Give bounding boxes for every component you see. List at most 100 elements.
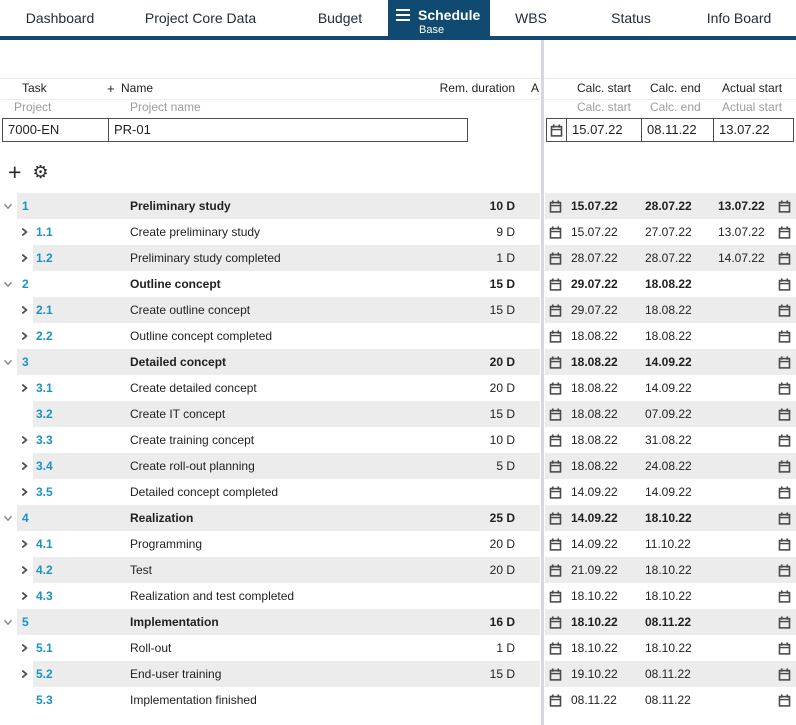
task-name[interactable]: Create detailed concept: [130, 381, 455, 395]
task-rem-duration[interactable]: 15 D: [455, 303, 515, 317]
calc-start-cell[interactable]: 18.10.22: [568, 589, 645, 603]
task-rem-duration[interactable]: 16 D: [455, 615, 515, 629]
calc-end-cell[interactable]: 18.10.22: [645, 563, 718, 577]
tab-info-board[interactable]: Info Board: [687, 0, 791, 36]
calendar-icon[interactable]: [545, 486, 568, 499]
calc-end-cell[interactable]: 14.09.22: [645, 485, 718, 499]
tab-wbs[interactable]: WBS: [494, 0, 568, 36]
task-name[interactable]: Create outline concept: [130, 303, 455, 317]
date-row[interactable]: 18.08.22 24.08.22: [545, 453, 796, 479]
calc-end-cell[interactable]: 31.08.22: [645, 433, 718, 447]
tab-dashboard[interactable]: Dashboard: [10, 0, 110, 36]
task-name[interactable]: Programming: [130, 537, 455, 551]
tab-schedule[interactable]: Schedule × Base: [388, 0, 499, 40]
task-rem-duration[interactable]: 9 D: [455, 225, 515, 239]
task-name[interactable]: Outline concept: [130, 277, 455, 291]
calendar-icon[interactable]: [545, 460, 568, 473]
task-rem-duration[interactable]: 20 D: [455, 355, 515, 369]
task-name[interactable]: Preliminary study: [130, 199, 455, 213]
task-rem-duration[interactable]: 15 D: [455, 277, 515, 291]
add-task-button[interactable]: +: [8, 161, 21, 184]
task-id[interactable]: 2: [17, 277, 130, 291]
task-row[interactable]: 3.4 Create roll-out planning 5 D: [0, 453, 540, 479]
calc-start-cell[interactable]: 08.11.22: [568, 693, 645, 707]
date-row[interactable]: 15.07.22 27.07.22 13.07.22: [545, 219, 796, 245]
tab-project-core-data[interactable]: Project Core Data: [128, 0, 273, 36]
calc-end-cell[interactable]: 08.11.22: [645, 615, 718, 629]
date-row[interactable]: 18.08.22 14.09.22: [545, 349, 796, 375]
project-id-field[interactable]: 7000-EN: [3, 119, 109, 141]
task-id[interactable]: 5: [17, 615, 130, 629]
calendar-icon[interactable]: [773, 226, 796, 239]
task-row[interactable]: 5.2 End-user training 15 D: [0, 661, 540, 687]
task-name[interactable]: Implementation finished: [130, 693, 455, 707]
task-rem-duration[interactable]: 20 D: [455, 563, 515, 577]
task-row[interactable]: 1 Preliminary study 10 D: [0, 193, 540, 219]
task-row[interactable]: 3.2 Create IT concept 15 D: [0, 401, 540, 427]
chevron-right-icon[interactable]: [18, 252, 30, 264]
chevron-down-icon[interactable]: [2, 278, 14, 290]
menu-icon[interactable]: [396, 9, 410, 21]
calc-start-cell[interactable]: 18.08.22: [568, 433, 645, 447]
calc-start-cell[interactable]: 14.09.22: [568, 485, 645, 499]
column-header-rem-duration[interactable]: Rem. duration: [440, 79, 515, 98]
calc-start-cell[interactable]: 18.10.22: [568, 641, 645, 655]
calendar-icon[interactable]: [773, 694, 796, 707]
calc-end-cell[interactable]: 18.10.22: [645, 641, 718, 655]
task-id[interactable]: 4.3: [33, 589, 130, 603]
date-row[interactable]: 14.09.22 18.10.22: [545, 505, 796, 531]
chevron-right-icon[interactable]: [18, 538, 30, 550]
calendar-icon[interactable]: [773, 304, 796, 317]
chevron-right-icon[interactable]: [18, 226, 30, 238]
calc-end-cell[interactable]: 18.10.22: [645, 511, 718, 525]
calendar-icon[interactable]: [773, 278, 796, 291]
task-name[interactable]: Implementation: [130, 615, 455, 629]
task-id[interactable]: 3: [17, 355, 130, 369]
calendar-icon[interactable]: [773, 330, 796, 343]
calc-start-cell[interactable]: 14.09.22: [568, 537, 645, 551]
calendar-icon[interactable]: [773, 200, 796, 213]
date-row[interactable]: 14.09.22 14.09.22: [545, 479, 796, 505]
calendar-icon[interactable]: [773, 460, 796, 473]
date-row[interactable]: 18.08.22 14.09.22: [545, 375, 796, 401]
calc-start-cell[interactable]: 18.08.22: [568, 329, 645, 343]
chevron-right-icon[interactable]: [18, 382, 30, 394]
calc-start-cell[interactable]: 21.09.22: [568, 563, 645, 577]
task-name[interactable]: Preliminary study completed: [130, 251, 455, 265]
project-calc-end-field[interactable]: 08.11.22: [642, 119, 714, 141]
chevron-right-icon[interactable]: [18, 304, 30, 316]
task-name[interactable]: Create training concept: [130, 433, 455, 447]
date-row[interactable]: 08.11.22 08.11.22: [545, 687, 796, 713]
task-row[interactable]: 5 Implementation 16 D: [0, 609, 540, 635]
project-name-field[interactable]: PR-01: [109, 119, 467, 141]
calc-start-cell[interactable]: 18.08.22: [568, 459, 645, 473]
task-row[interactable]: 1.1 Create preliminary study 9 D: [0, 219, 540, 245]
calendar-icon[interactable]: [545, 278, 568, 291]
calc-start-cell[interactable]: 18.10.22: [568, 615, 645, 629]
chevron-down-icon[interactable]: [2, 200, 14, 212]
chevron-right-icon[interactable]: [18, 668, 30, 680]
task-row[interactable]: 4.2 Test 20 D: [0, 557, 540, 583]
settings-gear-icon[interactable]: ⚙: [32, 162, 48, 183]
task-id[interactable]: 4.2: [33, 563, 130, 577]
actual-start-cell[interactable]: 14.07.22: [718, 251, 773, 265]
task-rem-duration[interactable]: 25 D: [455, 511, 515, 525]
task-row[interactable]: 4.3 Realization and test completed: [0, 583, 540, 609]
task-name[interactable]: Create IT concept: [130, 407, 455, 421]
calc-start-cell[interactable]: 18.08.22: [568, 355, 645, 369]
column-header-calc-end[interactable]: Calc. end: [650, 79, 701, 98]
project-actual-start-field[interactable]: 13.07.22: [714, 119, 793, 141]
task-id[interactable]: 2.2: [33, 329, 130, 343]
task-row[interactable]: 3.1 Create detailed concept 20 D: [0, 375, 540, 401]
task-rem-duration[interactable]: 20 D: [455, 537, 515, 551]
actual-start-cell[interactable]: 13.07.22: [718, 225, 773, 239]
task-name[interactable]: Outline concept completed: [130, 329, 455, 343]
task-id[interactable]: 5.1: [33, 641, 130, 655]
task-name[interactable]: Realization: [130, 511, 455, 525]
calendar-icon[interactable]: [773, 356, 796, 369]
task-id[interactable]: 4.1: [33, 537, 130, 551]
chevron-right-icon[interactable]: [18, 486, 30, 498]
calc-start-cell[interactable]: 19.10.22: [568, 667, 645, 681]
calendar-icon[interactable]: [773, 538, 796, 551]
chevron-down-icon[interactable]: [2, 616, 14, 628]
